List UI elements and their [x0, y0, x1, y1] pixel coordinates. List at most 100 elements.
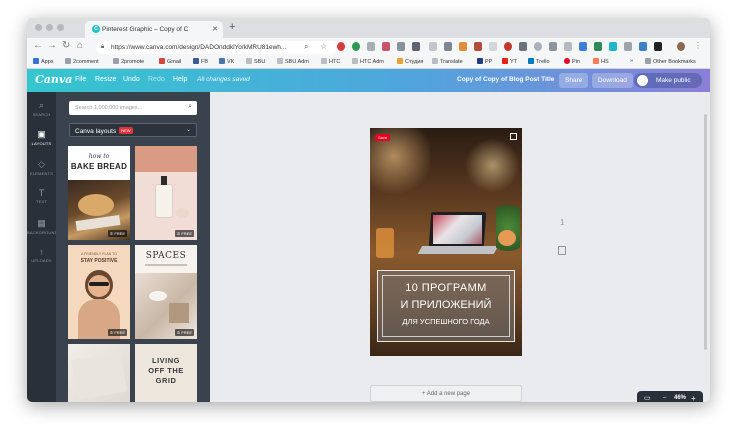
- bookmark-hs[interactable]: HS: [593, 58, 609, 65]
- globe-icon: [321, 58, 327, 64]
- title-text-box[interactable]: 10 ПРОГРАММ И ПРИЛОЖЕНИЙ ДЛЯ УСПЕШНОГО Г…: [377, 270, 515, 342]
- extension-icon[interactable]: [489, 42, 497, 51]
- download-button[interactable]: Download: [592, 73, 633, 88]
- zoom-out-button[interactable]: –: [663, 395, 666, 401]
- rail-background[interactable]: ▦ BACKGROUND: [27, 218, 57, 235]
- title-line-2[interactable]: И ПРИЛОЖЕНИЙ: [378, 299, 514, 311]
- copy-page-icon[interactable]: [558, 246, 566, 255]
- bookmark-2promote[interactable]: 2promote: [113, 58, 144, 65]
- add-page-button[interactable]: + Add a new page: [370, 385, 522, 402]
- pinterest-extension-icon[interactable]: [337, 42, 345, 51]
- menu-help[interactable]: Help: [173, 76, 187, 83]
- layout-thumbnail-spaces[interactable]: SPACES ♔ FREE: [135, 245, 197, 339]
- expand-icon[interactable]: [510, 133, 517, 140]
- bookmark-gmail[interactable]: Gmail: [159, 58, 181, 65]
- zoom-search-icon[interactable]: ⌕: [304, 42, 308, 52]
- canva-logo[interactable]: Canva: [35, 73, 72, 86]
- youtube-icon: [502, 58, 508, 64]
- globe-icon: [246, 58, 252, 64]
- bookmark-fb[interactable]: FB: [193, 58, 208, 65]
- bookmark-pp[interactable]: PP: [477, 58, 492, 65]
- extension-icon[interactable]: [579, 42, 587, 51]
- rail-elements[interactable]: ◇ ELEMENTS: [27, 159, 56, 176]
- menu-file[interactable]: File: [75, 76, 86, 83]
- new-tab-button[interactable]: +: [229, 21, 235, 33]
- browser-menu-icon[interactable]: ⋮: [694, 41, 702, 50]
- layout-thumbnail-fabric[interactable]: [68, 344, 130, 402]
- bookmark-htc-adm[interactable]: HTC Adm: [352, 58, 384, 65]
- home-icon[interactable]: ⌂: [77, 40, 83, 51]
- extension-icon[interactable]: [459, 42, 467, 51]
- extension-icon[interactable]: [594, 42, 602, 51]
- extension-icon[interactable]: [654, 42, 662, 51]
- maximize-window-button[interactable]: [57, 24, 64, 31]
- menu-resize[interactable]: Resize: [95, 76, 116, 83]
- workspace-scrollbar[interactable]: [704, 114, 707, 350]
- menu-undo[interactable]: Undo: [123, 76, 140, 83]
- bookmark-studio[interactable]: Студия: [397, 58, 423, 65]
- share-button[interactable]: Share: [559, 73, 589, 88]
- bookmark-apps[interactable]: Apps: [33, 58, 54, 65]
- layout-thumbnail-bottle[interactable]: ♔ FREE: [135, 146, 197, 240]
- layout-thumbnail-living-off-grid[interactable]: LIVING OFF THE GRID: [135, 344, 197, 402]
- bookmark-yt[interactable]: YT: [502, 58, 517, 65]
- minimize-window-button[interactable]: [46, 24, 53, 31]
- zoom-level[interactable]: 46%: [674, 395, 686, 401]
- bookmark-sbu-adm[interactable]: SBU Adm: [277, 58, 309, 65]
- document-title[interactable]: Copy of Copy of Blog Post Title: [457, 76, 554, 83]
- profile-avatar[interactable]: [677, 42, 685, 51]
- forward-icon[interactable]: →: [47, 40, 57, 51]
- make-public-toggle[interactable]: Make public: [634, 73, 702, 88]
- extension-icon[interactable]: [609, 42, 617, 51]
- bookmark-htc[interactable]: HTC: [321, 58, 340, 65]
- extension-icon[interactable]: [624, 42, 632, 51]
- extension-icon[interactable]: [382, 42, 390, 51]
- extension-icon[interactable]: [549, 42, 557, 51]
- bookmark-vk[interactable]: VK: [219, 58, 234, 65]
- extension-icon[interactable]: [397, 42, 405, 51]
- zoom-in-button[interactable]: +: [691, 394, 696, 402]
- bottle-shape: [155, 184, 173, 218]
- extension-icon[interactable]: [534, 42, 542, 51]
- bookmark-other[interactable]: Other Bookmarks: [645, 58, 696, 65]
- bookmark-star-icon[interactable]: ☆: [320, 42, 327, 51]
- extension-icon[interactable]: [367, 42, 375, 51]
- vk-icon: [219, 58, 225, 64]
- extension-icon[interactable]: [474, 42, 482, 51]
- bookmark-sbu[interactable]: SBU: [246, 58, 265, 65]
- layout-thumbnail-stay-positive[interactable]: A FRIENDLY PLAN TO STAY POSITIVE ♔ FREE: [68, 245, 130, 339]
- rail-layouts[interactable]: ▣ LAYOUTS: [27, 129, 56, 146]
- url-input[interactable]: 🔒︎ https://www.canva.com/design/DADOnddk…: [96, 41, 338, 54]
- design-canvas[interactable]: Save 10 ПРОГРАММ И ПРИЛОЖЕНИЙ ДЛЯ УСПЕШН…: [370, 128, 522, 356]
- extension-icon[interactable]: [564, 42, 572, 51]
- evernote-extension-icon[interactable]: [352, 42, 360, 51]
- layout-thumbnail-bake-bread[interactable]: how to BAKE BREAD ♔ FREE: [68, 146, 130, 240]
- bookmark-label: HTC: [329, 59, 341, 65]
- image-search-input[interactable]: Search 1,000,000 images... ⌕: [69, 101, 197, 115]
- extension-icon[interactable]: [639, 42, 647, 51]
- camera-extension-icon[interactable]: [519, 42, 527, 51]
- bookmarks-overflow[interactable]: »: [630, 58, 633, 64]
- bookmark-pin[interactable]: Pin: [564, 58, 580, 65]
- title-line-3[interactable]: ДЛЯ УСПЕШНОГО ГОДА: [378, 317, 514, 326]
- bookmark-2comment[interactable]: 2comment: [65, 58, 99, 65]
- rail-text[interactable]: T TEXT: [27, 188, 56, 204]
- layouts-dropdown[interactable]: Canva layouts NEW ⌄: [69, 123, 197, 137]
- reload-icon[interactable]: ↻: [62, 40, 70, 51]
- pinterest-save-button[interactable]: Save: [375, 134, 391, 141]
- rail-search[interactable]: ⌕ SEARCH: [27, 100, 56, 117]
- extension-icon[interactable]: [412, 42, 420, 51]
- rail-uploads[interactable]: ↑ UPLOADS: [27, 247, 56, 263]
- close-tab-icon[interactable]: ✕: [212, 25, 218, 33]
- menu-redo[interactable]: Redo: [148, 76, 165, 83]
- back-icon[interactable]: ←: [33, 40, 43, 51]
- browser-tab[interactable]: C Pinterest Graphic – Copy of C ✕: [85, 21, 223, 38]
- close-window-button[interactable]: [35, 24, 42, 31]
- title-line-1[interactable]: 10 ПРОГРАММ: [378, 282, 514, 294]
- bookmark-translate[interactable]: Translate: [432, 58, 463, 65]
- extension-icon[interactable]: [504, 42, 512, 51]
- extension-icon[interactable]: [429, 42, 437, 51]
- extension-icon[interactable]: [444, 42, 452, 51]
- present-icon[interactable]: ▭: [644, 394, 651, 402]
- bookmark-trello[interactable]: Trello: [528, 58, 550, 65]
